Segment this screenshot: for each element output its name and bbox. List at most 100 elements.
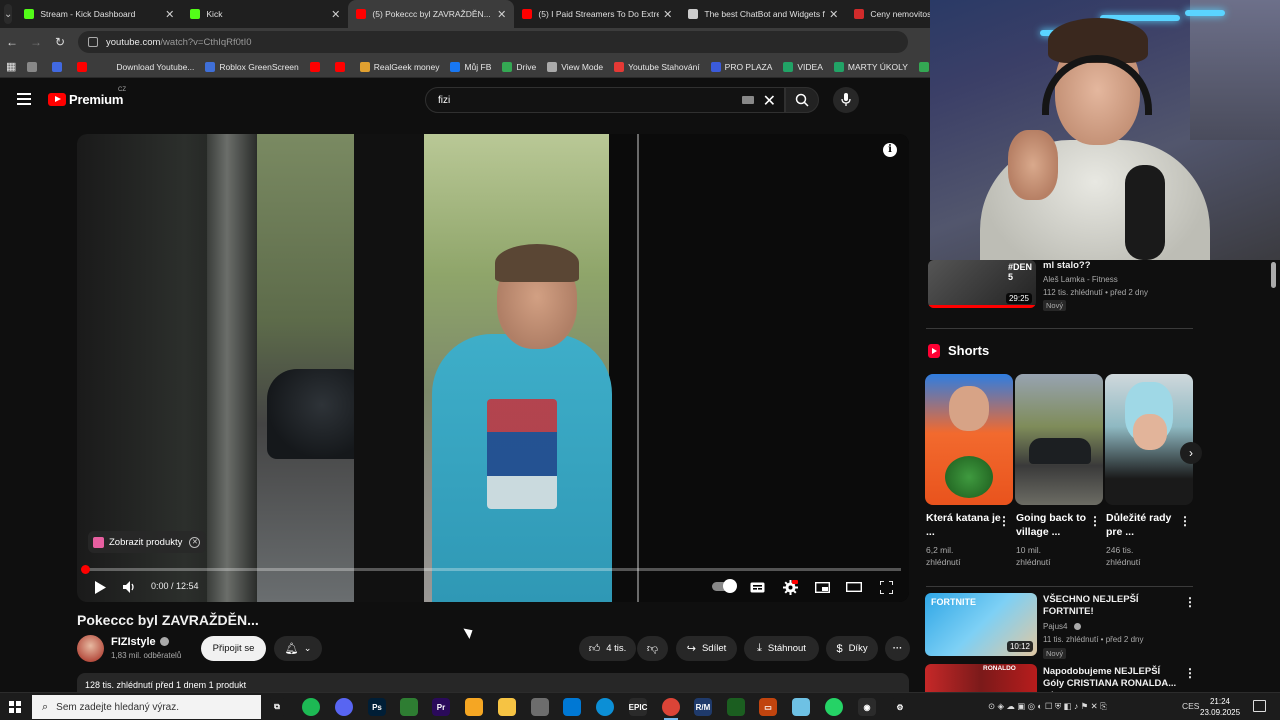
bookmark-item[interactable]: Drive <box>502 61 536 72</box>
video-player[interactable]: i Zobrazit produkty ✕ 0:00 / 12:54 <box>77 134 909 602</box>
tray-icons-glyphs[interactable]: ⊙ ◈ ☁ ▣ ◎ ◐ ☐ ⛨ ◧ ♪ ⚑ ✕ ⎘ <box>988 701 1107 711</box>
browser-tab[interactable]: Kick ✕ <box>182 0 348 28</box>
windows-start-icon[interactable] <box>9 701 21 713</box>
dislike-button[interactable]: 👎︎ <box>637 636 668 661</box>
close-chip-icon[interactable]: ✕ <box>189 536 201 548</box>
download-button[interactable]: ⤓ Stáhnout <box>744 636 819 661</box>
bookmark-item[interactable] <box>77 61 91 72</box>
short-card-2[interactable] <box>1015 374 1103 505</box>
video-menu-icon[interactable]: ⋮ <box>1184 666 1196 680</box>
reload-icon[interactable]: ↻ <box>48 35 72 49</box>
taskbar-clock[interactable]: 21:24 23.09.2025 <box>1200 696 1240 718</box>
notepad-icon[interactable] <box>792 698 810 716</box>
taskbar-search-input[interactable]: ⌕ Sem zadejte hledaný výraz. <box>32 695 261 719</box>
bookmark-item[interactable]: Youtube Stahování <box>614 61 700 72</box>
close-tab-icon[interactable]: ✕ <box>331 8 340 21</box>
bookmark-item[interactable] <box>27 61 41 72</box>
app-icon[interactable] <box>563 698 581 716</box>
url-omnibox[interactable]: youtube.com/watch?v=CthIqRf0tI0 <box>78 31 908 53</box>
close-tab-icon[interactable]: ✕ <box>663 8 672 21</box>
terminal-icon[interactable]: ▭ <box>759 698 777 716</box>
app-icon[interactable]: R/M <box>694 698 712 716</box>
volume-button[interactable] <box>122 579 136 595</box>
obs-icon[interactable]: ◉ <box>858 698 876 716</box>
fullscreen-button[interactable] <box>878 579 894 595</box>
short-title-1[interactable]: Která katana je ... <box>926 511 1001 539</box>
tab-search-chevron-icon[interactable]: ⌄ <box>4 4 13 24</box>
settings-icon[interactable]: ⚙ <box>891 698 909 716</box>
forward-icon[interactable]: → <box>24 35 48 49</box>
app-icon[interactable] <box>727 698 745 716</box>
show-products-chip[interactable]: Zobrazit produkty ✕ <box>88 531 207 553</box>
thanks-button[interactable]: $ Díky <box>826 636 878 661</box>
whatsapp-icon[interactable] <box>825 698 843 716</box>
site-info-icon[interactable] <box>88 37 98 47</box>
notifications-icon[interactable] <box>1253 700 1266 712</box>
browser-tab[interactable]: (5) I Paid Streamers To Do Extre ✕ <box>514 0 680 28</box>
top-video-title[interactable]: ml stalo?? <box>1043 260 1183 272</box>
settings-button[interactable] <box>781 579 799 595</box>
info-icon[interactable]: i <box>883 143 897 157</box>
bookmark-item[interactable]: Dodo videa <box>918 61 930 72</box>
join-button[interactable]: Připojit se <box>201 636 266 661</box>
like-button[interactable]: 👍︎ 4 tis. <box>579 636 636 661</box>
premiere-icon[interactable]: Pr <box>432 698 450 716</box>
edge-icon[interactable] <box>596 698 614 716</box>
voice-search-button[interactable] <box>833 87 859 113</box>
video-thumbnail-2[interactable]: RONALDO <box>925 664 1037 692</box>
menu-icon[interactable] <box>17 93 31 105</box>
search-button[interactable] <box>785 87 819 113</box>
file-explorer-icon[interactable] <box>498 698 516 716</box>
bookmark-item[interactable]: Můj FB <box>450 61 491 72</box>
bookmark-item[interactable]: Roblox GreenScreen <box>205 61 299 72</box>
channel-avatar[interactable] <box>77 635 104 662</box>
subtitles-button[interactable] <box>749 579 765 595</box>
video-title-1[interactable]: VŠECHNO NEJLEPŠÍ FORTNITE! <box>1043 594 1173 618</box>
bookmark-item[interactable]: VIDEA <box>783 61 823 72</box>
bookmark-item[interactable]: View Mode <box>547 61 603 72</box>
top-video-thumbnail[interactable]: #DEN 5 29:25 <box>928 260 1036 308</box>
clear-search-icon[interactable]: ✕ <box>763 91 776 111</box>
channel-name[interactable]: FIZIstyle <box>111 636 169 648</box>
video-menu-icon[interactable]: ⋮ <box>1184 595 1196 609</box>
apps-grid-icon[interactable]: ▦ <box>6 60 16 73</box>
photoshop-icon[interactable]: Ps <box>368 698 386 716</box>
short-menu-icon[interactable]: ⋮ <box>998 514 1010 528</box>
epic-games-icon[interactable]: EPIC <box>629 698 647 716</box>
page-scrollbar[interactable] <box>1271 262 1276 288</box>
short-card-3[interactable] <box>1105 374 1193 505</box>
bookmark-item[interactable]: RealGeek money <box>359 61 439 72</box>
youtube-premium-logo[interactable]: Premium CZ <box>48 87 126 107</box>
progress-scrubber[interactable] <box>81 565 90 574</box>
bookmark-item[interactable] <box>334 61 349 72</box>
discord-icon[interactable] <box>335 698 353 716</box>
autoplay-toggle[interactable] <box>712 579 737 593</box>
notifications-button[interactable]: 🔔︎ ⌄ <box>274 636 322 661</box>
chrome-icon[interactable] <box>662 698 680 720</box>
short-title-2[interactable]: Going back to village ... <box>1016 511 1091 539</box>
bookmark-item[interactable]: MARTY ÚKOLY <box>833 61 908 72</box>
browser-tab[interactable]: The best ChatBot and Widgets f ✕ <box>680 0 846 28</box>
close-tab-icon[interactable]: ✕ <box>829 8 838 21</box>
miniplayer-button[interactable] <box>814 579 830 595</box>
bookmark-item[interactable] <box>52 61 66 72</box>
app-icon[interactable] <box>531 698 549 716</box>
short-menu-icon[interactable]: ⋮ <box>1179 514 1191 528</box>
spotify-icon[interactable] <box>302 698 320 716</box>
share-button[interactable]: ↪ Sdílet <box>676 636 737 661</box>
close-tab-icon[interactable]: ✕ <box>165 8 174 21</box>
short-menu-icon[interactable]: ⋮ <box>1089 514 1101 528</box>
bookmark-item[interactable] <box>309 61 324 72</box>
search-input[interactable]: fizi ✕ <box>425 87 785 113</box>
close-tab-icon[interactable]: ✕ <box>497 8 506 21</box>
browser-tab[interactable]: Stream - Kick Dashboard ✕ <box>16 0 182 28</box>
language-indicator[interactable]: CES <box>1182 701 1199 711</box>
browser-tab[interactable]: (5) Pokeccc byl ZAVRAŽDĚN... ✕ <box>348 0 515 28</box>
back-icon[interactable]: ← <box>0 35 24 49</box>
task-view-icon[interactable]: ⧉ <box>268 698 286 716</box>
store-icon[interactable] <box>465 698 483 716</box>
top-video-channel[interactable]: Aleš Lamka - Fitness <box>1043 274 1118 286</box>
bookmark-item[interactable]: PRO PLAZA <box>710 61 772 72</box>
bookmark-item[interactable]: Download Youtube... <box>102 61 194 72</box>
short-title-3[interactable]: Důležité rady pre ... <box>1106 511 1181 539</box>
